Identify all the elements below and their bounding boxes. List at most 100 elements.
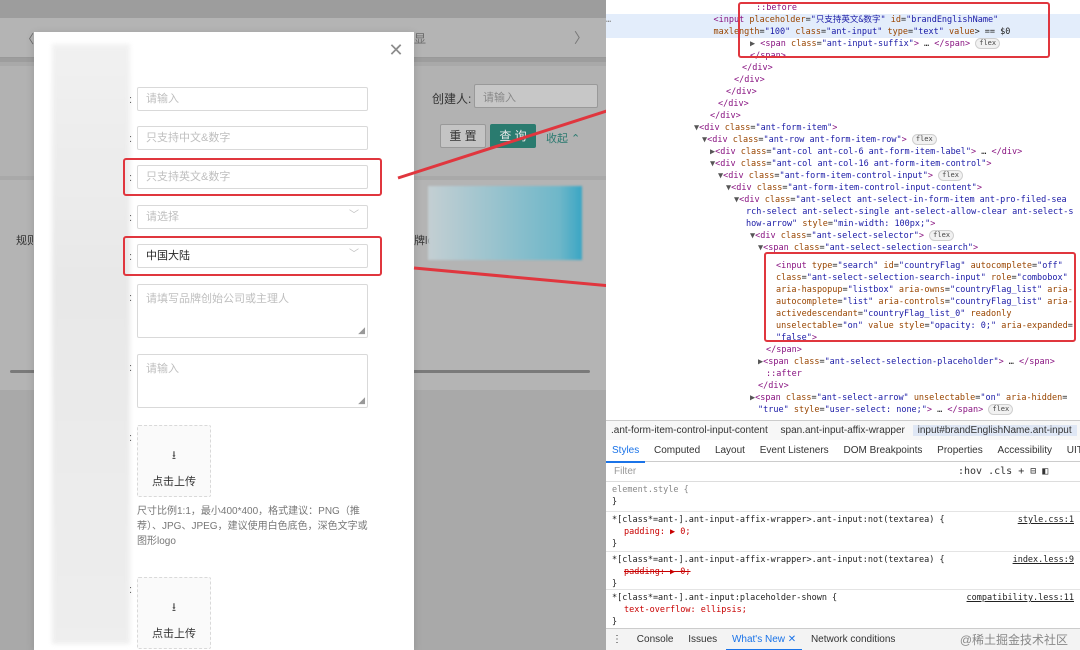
dom-node[interactable]: ::after (766, 368, 802, 380)
resize-grip-icon[interactable]: ◢ (358, 325, 365, 336)
devtools-panel: ::before … <input placeholder="只支持英文&数字"… (606, 0, 1080, 650)
dom-node[interactable]: ▼<div class="ant-select-selector"> flex (750, 230, 955, 242)
dom-node[interactable]: "true" style="user-select: none;"> … </s… (758, 404, 1014, 416)
founder-textarea[interactable]: 请填写品牌创始公司或主理人 ◢ (137, 284, 368, 338)
devtools-drawer-tabs: ⋮ Console Issues What's New ✕ Network co… (606, 628, 1080, 650)
label-colon: : (129, 212, 133, 224)
highlight-country-select (123, 236, 382, 276)
dom-node[interactable]: rch-select ant-select-single ant-select-… (746, 206, 1074, 218)
description-textarea[interactable]: 请输入 ◢ (137, 354, 368, 408)
breadcrumb: .ant-form-item-control-input-content spa… (606, 420, 1080, 440)
tab-computed[interactable]: Computed (648, 440, 706, 462)
category-select-placeholder: 请选择 (146, 211, 179, 223)
drawer-tab-menu-icon[interactable]: ⋮ (606, 629, 628, 650)
reset-button[interactable]: 重 置 (440, 124, 486, 148)
dom-node[interactable]: ▶<span class="ant-select-selection-place… (758, 356, 1055, 368)
label-colon: : (129, 94, 133, 106)
dom-node[interactable]: ▶<span class="ant-select-arrow" unselect… (750, 392, 1067, 404)
divider (606, 511, 1080, 512)
drawer-tab-console[interactable]: Console (631, 629, 680, 650)
dom-node[interactable]: </div> (734, 74, 765, 86)
label-colon: : (129, 133, 133, 145)
drawer-tab-network-conditions[interactable]: Network conditions (805, 629, 901, 650)
style-rule-source[interactable]: index.less:9 (1013, 554, 1074, 566)
dom-node[interactable]: ▶<div class="ant-col ant-col-6 ant-form-… (710, 146, 1022, 158)
dom-node[interactable]: ▼<div class="ant-form-item-control-input… (718, 170, 963, 182)
style-rule-close: } (612, 539, 618, 549)
styles-toolbar[interactable]: :hov .cls + ⊟ ◧ (958, 462, 1048, 482)
dom-node[interactable]: </div> (742, 62, 773, 74)
style-rule-selector: *[class*=ant-].ant-input-affix-wrapper>.… (612, 515, 945, 525)
tab-dom-breakpoints[interactable]: DOM Breakpoints (837, 440, 928, 462)
styles-filter-input[interactable]: Filter (614, 462, 636, 482)
divider (606, 589, 1080, 590)
upload-label: 点击上传 (152, 628, 196, 640)
tab-styles[interactable]: Styles (606, 441, 646, 463)
chevron-down-icon: ﹀ (349, 210, 359, 221)
dom-node[interactable]: how-arrow" style="min-width: 100px;"> (746, 218, 935, 230)
style-rule-selector: *[class*=ant-].ant-input-affix-wrapper>.… (612, 555, 945, 565)
label-colon: : (129, 432, 133, 444)
close-icon[interactable]: ✕ (386, 40, 406, 60)
dom-node[interactable]: </div> (718, 98, 749, 110)
style-rule-selector: element.style { (612, 485, 689, 495)
dom-node[interactable]: ▼<div class="ant-select ant-select-in-fo… (734, 194, 1067, 206)
creator-input[interactable]: 请输入 (474, 84, 598, 108)
style-rule-close: } (612, 617, 618, 627)
dom-node[interactable]: </div> (726, 86, 757, 98)
dom-node[interactable]: ▼<div class="ant-row ant-form-item-row">… (702, 134, 937, 146)
resize-grip-icon[interactable]: ◢ (358, 395, 365, 406)
upload-hint: 尺寸比例1:1，最小400*400，格式建议：PNG（推荐）、JPG、JPEG，… (137, 506, 368, 547)
styles-filter-bar: Filter :hov .cls + ⊟ ◧ (606, 462, 1080, 482)
second-upload-button[interactable]: ⭳ 点击上传 (137, 577, 211, 649)
dom-node[interactable]: </div> (758, 380, 789, 392)
tab-accessibility[interactable]: Accessibility (992, 440, 1058, 462)
watermark: @稀土掘金技术社区 (959, 633, 1068, 647)
tab-event-listeners[interactable]: Event Listeners (754, 440, 835, 462)
tab-properties[interactable]: Properties (931, 440, 989, 462)
chevron-right-icon[interactable]: 〉 (574, 28, 588, 48)
label-colon: : (129, 362, 133, 374)
upload-icon: ⭳ (171, 448, 177, 462)
breadcrumb-item[interactable]: span.ant-input-affix-wrapper (776, 425, 910, 436)
style-property[interactable]: padding: ▶ 0; (624, 526, 691, 538)
dom-node[interactable]: </span> (766, 344, 802, 356)
description-textarea-placeholder: 请输入 (146, 363, 179, 375)
style-rule-source[interactable]: compatibility.less:11 (967, 592, 1074, 604)
style-rule-source[interactable]: style.css:1 (1018, 514, 1074, 526)
dom-node[interactable]: ▼<div class="ant-form-item-control-input… (726, 182, 982, 194)
divider (606, 551, 1080, 552)
creator-label: 创建人: (432, 92, 472, 106)
brand-name-input[interactable]: 请输入 (137, 87, 368, 111)
breadcrumb-item[interactable]: .ant-form-item-control-input-content (606, 425, 773, 436)
logo-upload-button[interactable]: ⭳ 点击上传 (137, 425, 211, 497)
highlight-english-input-node (738, 2, 1050, 58)
highlight-english-name (123, 158, 382, 196)
tab-layout[interactable]: Layout (709, 440, 751, 462)
query-button[interactable]: 查 询 (490, 124, 536, 148)
label-colon: : (129, 584, 133, 596)
elements-tree[interactable]: ::before … <input placeholder="只支持英文&数字"… (606, 0, 1080, 418)
tab-label[interactable]: 显 (414, 30, 426, 47)
blurred-label-column (52, 44, 130, 644)
drawer-tab-issues[interactable]: Issues (682, 629, 723, 650)
highlight-country-input-node (764, 252, 1076, 342)
founder-textarea-placeholder: 请填写品牌创始公司或主理人 (146, 293, 289, 305)
collapse-link[interactable]: 收起 ⌃ (546, 130, 580, 146)
blurred-thumbnail (428, 186, 582, 260)
style-property-overridden[interactable]: padding: ▶ 0; (624, 566, 691, 578)
dom-node[interactable]: </div> (710, 110, 741, 122)
label-colon: : (129, 292, 133, 304)
style-property[interactable]: text-overflow: ellipsis; (624, 604, 747, 616)
drawer-tab-whats-new[interactable]: What's New ✕ (725, 630, 803, 650)
category-select[interactable]: 请选择 ﹀ (137, 205, 368, 229)
devtools-subtabs: Styles Computed Layout Event Listeners D… (606, 440, 1080, 463)
brand-form-modal: ✕ : 请输入 : 只支持中文&数字 : 只支持英文&数字 : 请选择 ﹀ : … (34, 32, 414, 650)
brand-chinese-name-input[interactable]: 只支持中文&数字 (137, 126, 368, 150)
upload-icon: ⭳ (171, 600, 177, 614)
style-rule-selector: *[class*=ant-].ant-input:placeholder-sho… (612, 593, 838, 603)
dom-node[interactable]: ▼<div class="ant-form-item"> (694, 122, 837, 134)
dom-node[interactable]: ▼<div class="ant-col ant-col-16 ant-form… (710, 158, 992, 170)
breadcrumb-item-active[interactable]: input#brandEnglishName.ant-input (912, 425, 1077, 436)
tab-uitest[interactable]: UITest (1061, 440, 1080, 462)
